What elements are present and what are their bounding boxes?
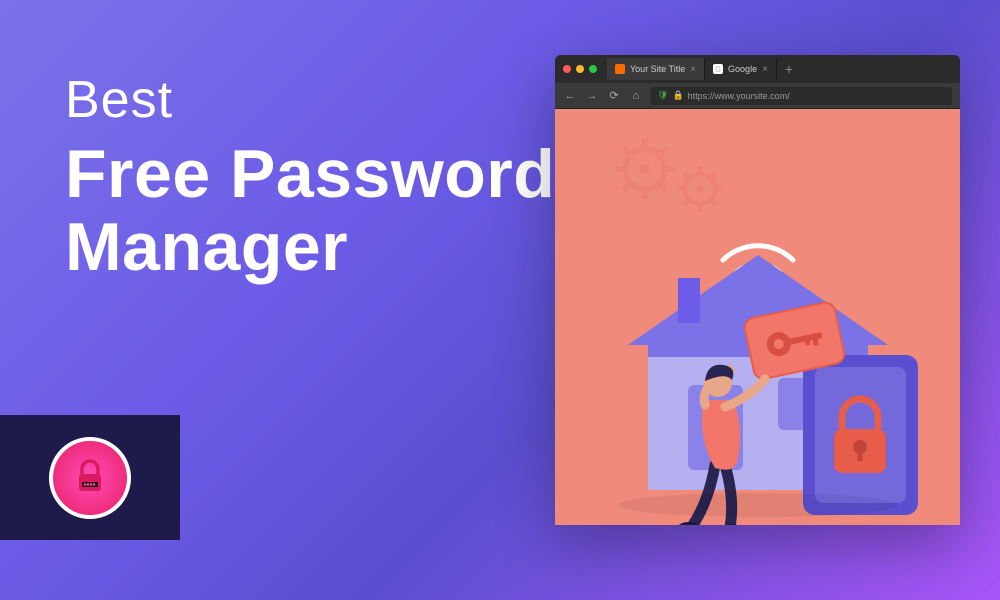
- minimize-window-icon[interactable]: [576, 65, 584, 73]
- tab-close-icon[interactable]: ×: [690, 64, 696, 75]
- tab-google[interactable]: G Google ×: [705, 58, 777, 80]
- tab-your-site[interactable]: Your Site Title ×: [607, 58, 705, 80]
- tab-label: Your Site Title: [630, 64, 685, 74]
- maximize-window-icon[interactable]: [589, 65, 597, 73]
- browser-toolbar: ← → ⟳ ⌂ 🛡 🔒 https://www.yoursite.com/: [555, 83, 960, 109]
- padlock-icon: [68, 456, 112, 500]
- firefox-favicon-icon: [615, 64, 625, 74]
- headline-line2: Free Password Manager: [65, 138, 555, 285]
- shield-icon: 🛡: [657, 90, 668, 101]
- illustration: [638, 240, 878, 460]
- url-bar[interactable]: 🛡 🔒 https://www.yoursite.com/: [651, 87, 952, 105]
- forward-icon[interactable]: →: [585, 90, 599, 102]
- tab-close-icon[interactable]: ×: [762, 64, 768, 75]
- lock-icon: 🔒: [672, 90, 683, 101]
- url-text: https://www.yoursite.com/: [688, 91, 790, 101]
- home-icon[interactable]: ⌂: [629, 90, 643, 102]
- browser-viewport: [555, 109, 960, 525]
- window-controls[interactable]: [563, 65, 597, 73]
- headline: Best Free Password Manager: [65, 70, 555, 285]
- google-favicon-icon: G: [713, 64, 723, 74]
- back-icon[interactable]: ←: [563, 90, 577, 102]
- tab-bar: Your Site Title × G Google × +: [555, 55, 960, 83]
- browser-window: Your Site Title × G Google × + ← → ⟳ ⌂ 🛡…: [555, 55, 960, 525]
- brand-badge-box: [0, 415, 180, 540]
- reload-icon[interactable]: ⟳: [607, 89, 621, 102]
- brand-badge: [49, 437, 131, 519]
- new-tab-button[interactable]: +: [777, 61, 801, 77]
- headline-line1: Best: [65, 70, 555, 130]
- close-window-icon[interactable]: [563, 65, 571, 73]
- tab-label: Google: [728, 64, 757, 74]
